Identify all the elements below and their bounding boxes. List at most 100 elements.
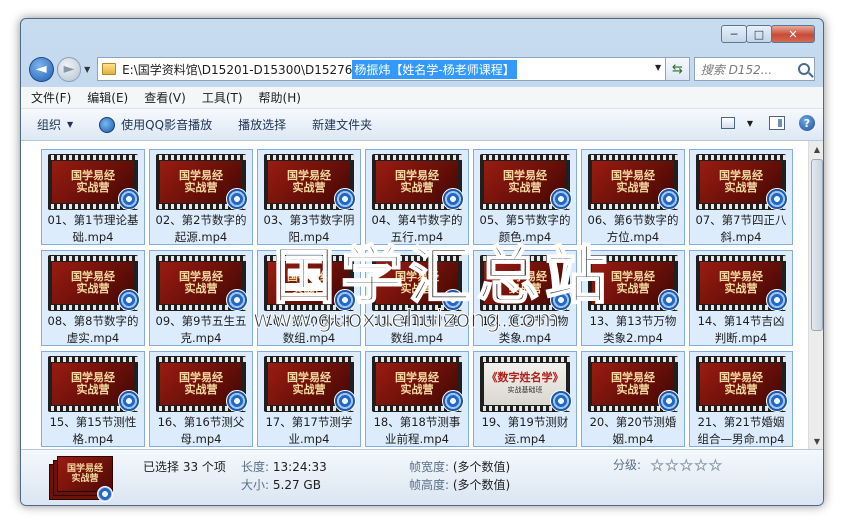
- minimize-button[interactable]: ─: [721, 25, 747, 43]
- address-bar[interactable]: E:\国学资料馆\D15201-D15300\D15276 杨振炜【姓名学-杨老…: [97, 57, 667, 81]
- thumb-title-line2: 实战营: [508, 282, 542, 295]
- new-folder-label: 新建文件夹: [312, 118, 373, 132]
- star-icon[interactable]: ★: [665, 458, 679, 473]
- qq-play-button[interactable]: 使用QQ影音播放: [99, 116, 212, 133]
- close-button[interactable]: ✕: [771, 25, 815, 43]
- file-item[interactable]: 国学易经 实战营 18、第18节测事业前程.mp4: [365, 351, 469, 447]
- size-row: 大小: 5.27 GB: [241, 476, 321, 493]
- file-item[interactable]: 国学易经 实战营 06、第6节数字的方位.mp4: [581, 149, 685, 245]
- scroll-up-icon[interactable]: ▲: [809, 141, 823, 157]
- new-folder-button[interactable]: 新建文件夹: [312, 116, 372, 133]
- file-name: 11、第11节八绝数组.mp4: [373, 314, 461, 345]
- file-item[interactable]: 国学易经 实战营 13、第13节万物类象2.mp4: [581, 250, 685, 346]
- thumb-title-line2: 实战营: [724, 282, 758, 295]
- media-player-icon: [334, 390, 356, 412]
- organize-button[interactable]: 组织 ▼: [37, 116, 73, 133]
- file-item[interactable]: 国学易经 实战营 03、第3节数字阴阳.mp4: [257, 149, 361, 245]
- star-icon[interactable]: ★: [650, 458, 664, 473]
- frame-height-value: (多个数值): [452, 478, 511, 492]
- file-item[interactable]: 国学易经 实战营 04、第4节数字的五行.mp4: [365, 149, 469, 245]
- file-item[interactable]: 国学易经 实战营 10、第10节六冲数组.mp4: [257, 250, 361, 346]
- file-item[interactable]: 国学易经 实战营 20、第20节测婚姻.mp4: [581, 351, 685, 447]
- explorer-window: ─ □ ✕ ◄ ► ▼ E:\国学资料馆\D15201-D15300\D1527…: [20, 18, 824, 506]
- thumb-title-line2: 实战营: [616, 383, 650, 396]
- file-item[interactable]: 国学易经 实战营 12、第12节万物类象.mp4: [473, 250, 577, 346]
- media-player-icon: [226, 390, 248, 412]
- file-item[interactable]: 国学易经 实战营 21、第21节婚姻组合—男命.mp4: [689, 351, 793, 447]
- file-name: 07、第7节四正八斜.mp4: [695, 213, 787, 244]
- frame-width-value: (多个数值): [452, 460, 511, 474]
- media-player-icon: [550, 289, 572, 311]
- menu-tools[interactable]: 工具(T): [202, 89, 243, 106]
- help-icon[interactable]: ?: [799, 115, 815, 131]
- maximize-button[interactable]: □: [746, 25, 772, 43]
- film-strip-top: [264, 256, 354, 261]
- file-name: 20、第20节测婚姻.mp4: [589, 415, 677, 446]
- thumb-title-line2: 实战营: [76, 282, 110, 295]
- film-strip-top: [588, 256, 678, 261]
- scroll-thumb[interactable]: [811, 159, 823, 331]
- play-selection-button[interactable]: 播放选择: [238, 116, 286, 133]
- file-name: 18、第18节测事业前程.mp4: [373, 415, 461, 446]
- file-item[interactable]: 国学易经 实战营 05、第5节数字的颜色.mp4: [473, 149, 577, 245]
- thumb-title-line2: 实战营: [184, 383, 218, 396]
- media-player-icon: [97, 486, 113, 502]
- media-player-icon: [118, 188, 140, 210]
- menu-edit[interactable]: 编辑(E): [87, 89, 128, 106]
- preview-pane-icon[interactable]: [769, 116, 785, 130]
- film-strip-top: [372, 155, 462, 160]
- file-item[interactable]: 国学易经 实战营 01、第1节理论基础.mp4: [41, 149, 145, 245]
- file-item[interactable]: 国学易经 实战营 09、第9节五生五克.mp4: [149, 250, 253, 346]
- recent-pages-dropdown[interactable]: ▼: [81, 65, 93, 74]
- view-controls: ▼ ?: [720, 115, 815, 131]
- menu-file[interactable]: 文件(F): [31, 89, 71, 106]
- search-input[interactable]: 搜索 D152...: [693, 57, 815, 81]
- file-item[interactable]: 国学易经 实战营 11、第11节八绝数组.mp4: [365, 250, 469, 346]
- search-placeholder: 搜索 D152...: [700, 62, 773, 77]
- file-item[interactable]: 国学易经 实战营 14、第14节吉凶判断.mp4: [689, 250, 793, 346]
- menu-help[interactable]: 帮助(H): [259, 89, 301, 106]
- window-caption-buttons: ─ □ ✕: [721, 25, 815, 43]
- file-item[interactable]: 国学易经 实战营 17、第17节测学业.mp4: [257, 351, 361, 447]
- film-strip-top: [480, 155, 570, 160]
- file-name: 05、第5节数字的颜色.mp4: [479, 213, 571, 244]
- change-view-icon[interactable]: [720, 117, 735, 129]
- file-item[interactable]: 国学易经 实战营 08、第8节数字的虚实.mp4: [41, 250, 145, 346]
- vertical-scrollbar[interactable]: ▲ ▼: [808, 141, 823, 449]
- command-bar: 组织 ▼ 使用QQ影音播放 播放选择 新建文件夹 ▼ ?: [21, 109, 823, 141]
- thumb-title-line2: 实战营: [292, 383, 326, 396]
- length-value: 13:24:33: [272, 460, 327, 474]
- file-item[interactable]: 《数字姓名学》 实战基础班 19、第19节测财运.mp4: [473, 351, 577, 447]
- film-strip-top: [48, 256, 138, 261]
- view-options-chevron-icon[interactable]: ▼: [747, 119, 753, 128]
- file-name: 17、第17节测学业.mp4: [265, 415, 353, 446]
- rating-stars[interactable]: ★ ★ ★ ★ ★: [650, 458, 724, 473]
- thumb-title-line2: 实战营: [400, 282, 434, 295]
- star-icon[interactable]: ★: [694, 458, 708, 473]
- thumb-title-line2: 实战营: [400, 383, 434, 396]
- search-icon: [798, 63, 810, 75]
- menu-view[interactable]: 查看(V): [144, 89, 186, 106]
- file-name: 02、第2节数字的起源.mp4: [155, 213, 247, 244]
- scroll-down-icon[interactable]: ▼: [809, 433, 823, 449]
- address-dropdown-icon[interactable]: ▼: [655, 63, 661, 72]
- file-name: 03、第3节数字阴阳.mp4: [263, 213, 355, 244]
- thumb-title-line2: 实战营: [400, 181, 434, 194]
- film-strip-top: [48, 357, 138, 362]
- thumb-title-line2: 实战营: [76, 383, 110, 396]
- length-row: 长度: 13:24:33: [241, 458, 327, 475]
- star-icon[interactable]: ★: [709, 458, 723, 473]
- file-item[interactable]: 国学易经 实战营 07、第7节四正八斜.mp4: [689, 149, 793, 245]
- file-name: 19、第19节测财运.mp4: [481, 415, 569, 446]
- film-strip-top: [264, 155, 354, 160]
- star-icon[interactable]: ★: [680, 458, 694, 473]
- film-strip-top: [696, 155, 786, 160]
- film-strip-top: [156, 155, 246, 160]
- file-item[interactable]: 国学易经 实战营 15、第15节测性格.mp4: [41, 351, 145, 447]
- forward-button[interactable]: ►: [56, 56, 82, 82]
- file-item[interactable]: 国学易经 实战营 02、第2节数字的起源.mp4: [149, 149, 253, 245]
- file-item[interactable]: 国学易经 实战营 16、第16节测父母.mp4: [149, 351, 253, 447]
- thumb-title-line2: 实战营: [508, 181, 542, 194]
- refresh-button[interactable]: ⇆: [666, 57, 690, 81]
- back-button[interactable]: ◄: [29, 56, 54, 82]
